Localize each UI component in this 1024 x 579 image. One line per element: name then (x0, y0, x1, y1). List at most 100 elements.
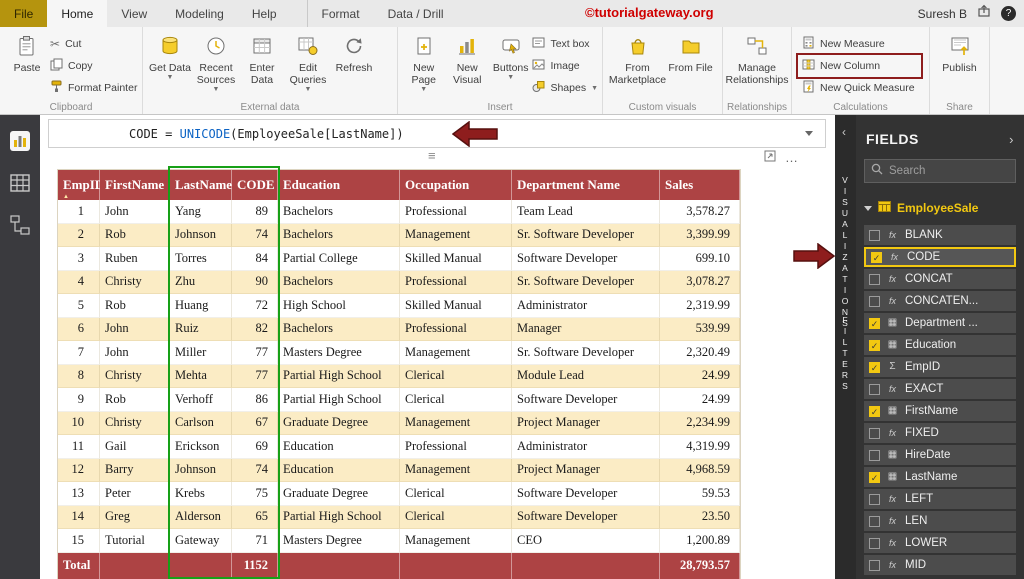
table-cell[interactable]: 23.50 (660, 505, 740, 529)
table-row[interactable]: 6 John Ruiz 82 Bachelors Professional Manager 5… (58, 317, 740, 341)
edit-queries-button[interactable]: Edit Queries ▼ (285, 30, 331, 99)
table-cell[interactable]: 2,234.99 (660, 411, 740, 435)
tab-view[interactable]: View (107, 0, 161, 27)
field-item[interactable]: ✓ ▦ LastName (864, 467, 1016, 487)
tab-filters[interactable]: FILTERS (840, 315, 850, 392)
table-cell[interactable]: Partial High School (278, 505, 400, 529)
table-cell[interactable]: 84 (232, 247, 278, 271)
table-row[interactable]: 1 John Yang 89 Bachelors Professional Team Lea… (58, 200, 740, 224)
checkbox-checked[interactable]: ✓ (871, 251, 882, 263)
table-row[interactable]: 13 Peter Krebs 75 Graduate Degree Clerical Sof… (58, 482, 740, 506)
table-cell[interactable]: Rob (100, 223, 170, 247)
table-row[interactable]: 10 Christy Carlson 67 Graduate Degree Managem… (58, 411, 740, 435)
table-cell[interactable]: 69 (232, 435, 278, 459)
table-cell[interactable]: Bachelors (278, 317, 400, 341)
table-cell[interactable]: Zhu (170, 270, 232, 294)
checkbox-checked[interactable]: ✓ (869, 361, 880, 373)
field-item[interactable]: ✓ ▦ FirstName (864, 401, 1016, 421)
table-cell[interactable]: Gateway (170, 529, 232, 553)
table-cell[interactable]: Clerical (400, 364, 512, 388)
table-cell[interactable]: 6 (58, 317, 100, 341)
table-cell[interactable]: John (100, 200, 170, 224)
table-cell[interactable]: 82 (232, 317, 278, 341)
checkbox-unchecked[interactable] (869, 537, 880, 549)
table-cell[interactable]: Professional (400, 270, 512, 294)
report-view-button[interactable] (8, 129, 32, 153)
get-data-button[interactable]: Get Data ▼ (147, 30, 193, 99)
tab-home[interactable]: Home (47, 0, 108, 27)
checkbox-checked[interactable]: ✓ (869, 405, 880, 417)
table-cell[interactable]: 2,319.99 (660, 294, 740, 318)
table-cell[interactable]: 59.53 (660, 482, 740, 506)
table-cell[interactable]: Administrator (512, 435, 660, 459)
table-cell[interactable]: Management (400, 458, 512, 482)
new-column-button[interactable]: New Column (796, 53, 923, 79)
table-cell[interactable]: 699.10 (660, 247, 740, 271)
table-row[interactable]: 7 John Miller 77 Masters Degree Management Sr.… (58, 341, 740, 365)
table-cell[interactable]: Huang (170, 294, 232, 318)
checkbox-unchecked[interactable] (869, 449, 880, 461)
table-cell[interactable]: 4 (58, 270, 100, 294)
table-cell[interactable]: 14 (58, 505, 100, 529)
from-file-button[interactable]: From File (668, 30, 714, 99)
expand-collapse-icon[interactable] (864, 205, 872, 211)
table-row[interactable]: 4 Christy Zhu 90 Bachelors Professional Sr. So… (58, 270, 740, 294)
table-cell[interactable]: 24.99 (660, 364, 740, 388)
table-cell[interactable]: 3,399.99 (660, 223, 740, 247)
table-cell[interactable]: Professional (400, 200, 512, 224)
dax-formula-bar[interactable]: CODE = UNICODE(EmployeeSale[LastName]) (48, 119, 826, 148)
table-cell[interactable]: Christy (100, 270, 170, 294)
field-item[interactable]: ✓ Σ EmpID (864, 357, 1016, 377)
field-item[interactable]: fx LEN (864, 511, 1016, 531)
table-cell[interactable]: Clerical (400, 388, 512, 412)
table-cell[interactable]: 539.99 (660, 317, 740, 341)
table-row[interactable]: 3 Ruben Torres 84 Partial College Skilled Man… (58, 247, 740, 271)
table-cell[interactable]: 2,320.49 (660, 341, 740, 365)
table-cell[interactable]: Management (400, 341, 512, 365)
table-cell[interactable]: Graduate Degree (278, 482, 400, 506)
table-cell[interactable]: Skilled Manual (400, 294, 512, 318)
field-item[interactable]: fx LEFT (864, 489, 1016, 509)
from-marketplace-button[interactable]: From Marketplace (609, 30, 666, 99)
table-cell[interactable]: John (100, 317, 170, 341)
table-cell[interactable]: 24.99 (660, 388, 740, 412)
table-cell[interactable]: 2 (58, 223, 100, 247)
fields-search-box[interactable] (864, 159, 1016, 183)
new-quick-measure-button[interactable]: New Quick Measure (802, 79, 915, 97)
checkbox-unchecked[interactable] (869, 273, 880, 285)
checkbox-unchecked[interactable] (869, 383, 880, 395)
table-cell[interactable]: Professional (400, 317, 512, 341)
table-cell[interactable]: Krebs (170, 482, 232, 506)
table-cell[interactable]: Ruiz (170, 317, 232, 341)
table-cell[interactable]: Management (400, 411, 512, 435)
enter-data-button[interactable]: Enter Data (239, 30, 285, 99)
table-cell[interactable]: Yang (170, 200, 232, 224)
tab-file[interactable]: File (0, 0, 48, 27)
table-cell[interactable]: Barry (100, 458, 170, 482)
table-cell[interactable]: Skilled Manual (400, 247, 512, 271)
table-cell[interactable]: Sr. Software Developer (512, 341, 660, 365)
table-cell[interactable]: Johnson (170, 223, 232, 247)
table-cell[interactable]: Erickson (170, 435, 232, 459)
table-cell[interactable]: Education (278, 435, 400, 459)
field-item[interactable]: ✓ ▦ Department ... (864, 313, 1016, 333)
table-header-cell[interactable]: Education (278, 170, 400, 200)
field-item[interactable]: fx MID (864, 555, 1016, 575)
table-header-cell[interactable]: CODE (232, 170, 278, 200)
table-cell[interactable]: 3,578.27 (660, 200, 740, 224)
table-cell[interactable]: 71 (232, 529, 278, 553)
new-visual-button[interactable]: New Visual (445, 30, 488, 99)
table-cell[interactable]: Miller (170, 341, 232, 365)
table-cell[interactable]: 11 (58, 435, 100, 459)
table-cell[interactable]: 75 (232, 482, 278, 506)
visual-drag-handle-icon[interactable]: ≡ (428, 148, 437, 163)
table-row[interactable]: 15 Tutorial Gateway 71 Masters Degree Managem… (58, 529, 740, 553)
table-cell[interactable]: 89 (232, 200, 278, 224)
tab-format[interactable]: Format (306, 0, 374, 27)
table-cell[interactable]: Bachelors (278, 270, 400, 294)
checkbox-checked[interactable]: ✓ (869, 317, 880, 329)
table-cell[interactable]: 13 (58, 482, 100, 506)
table-cell[interactable]: 3,078.27 (660, 270, 740, 294)
share-icon[interactable] (977, 4, 991, 23)
tab-modeling[interactable]: Modeling (161, 0, 238, 27)
